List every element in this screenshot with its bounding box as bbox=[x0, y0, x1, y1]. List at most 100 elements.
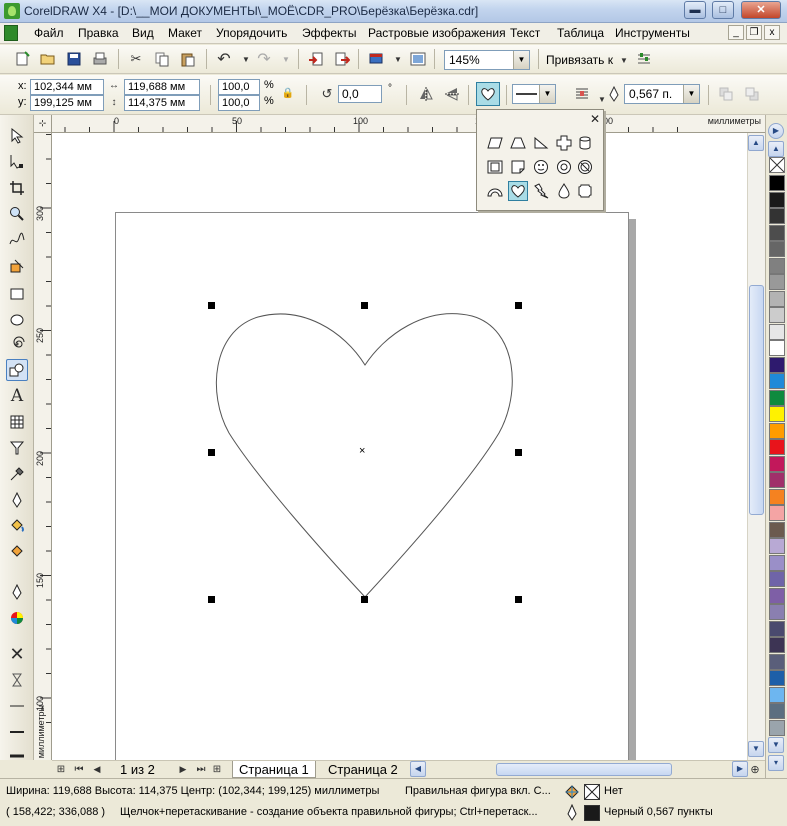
minimize-button[interactable]: ▬ bbox=[684, 1, 706, 19]
maximize-button[interactable]: □ bbox=[712, 1, 734, 19]
color-swatch[interactable] bbox=[769, 175, 785, 191]
heart-shape-icon[interactable] bbox=[508, 181, 528, 201]
scale-x-field[interactable]: 100,0 bbox=[218, 79, 260, 95]
outline-color-swatch[interactable] bbox=[584, 805, 600, 821]
shape-tool-icon[interactable] bbox=[6, 151, 28, 173]
rotation-angle-field[interactable]: 0,0 bbox=[338, 85, 382, 103]
color-swatch[interactable] bbox=[769, 356, 785, 373]
interactive-fill-tool-icon[interactable] bbox=[6, 541, 28, 563]
doc-close-button[interactable]: x bbox=[764, 25, 780, 40]
ruler-origin[interactable]: ⊹ bbox=[34, 115, 52, 133]
page-counter[interactable]: 1 из 2 bbox=[120, 762, 155, 777]
no-outline-icon[interactable]: ✕ bbox=[6, 643, 28, 665]
color-swatch[interactable] bbox=[769, 554, 785, 571]
plaque-shape-icon[interactable] bbox=[575, 181, 595, 201]
outline-tool-icon[interactable] bbox=[6, 489, 28, 511]
drawing-canvas[interactable]: × bbox=[52, 133, 747, 760]
doc-restore-button[interactable]: ❐ bbox=[746, 25, 762, 40]
selection-handle-top-left[interactable] bbox=[208, 302, 215, 309]
text-tool-icon[interactable]: A bbox=[6, 385, 28, 407]
scroll-up-icon[interactable]: ▲ bbox=[748, 135, 764, 151]
color-swatch[interactable] bbox=[769, 455, 785, 472]
color-swatch[interactable] bbox=[769, 670, 785, 686]
menu-text[interactable]: Текст bbox=[510, 26, 540, 40]
add-page-before-icon[interactable]: ⊞ bbox=[54, 761, 68, 777]
color-swatch[interactable] bbox=[769, 422, 785, 439]
medium-outline-icon[interactable] bbox=[6, 721, 28, 743]
chevron-down-icon[interactable]: ▼ bbox=[683, 85, 699, 103]
color-swatch[interactable] bbox=[769, 686, 785, 703]
rectangle-tool-icon[interactable] bbox=[6, 283, 28, 305]
thick-outline-icon[interactable] bbox=[6, 745, 28, 767]
color-swatch[interactable] bbox=[769, 406, 785, 422]
color-swatch[interactable] bbox=[769, 191, 785, 208]
export-icon[interactable] bbox=[332, 49, 352, 69]
snap-dropdown-icon[interactable]: ▼ bbox=[614, 50, 634, 70]
color-swatch[interactable] bbox=[769, 488, 785, 505]
pick-tool-icon[interactable] bbox=[6, 125, 28, 147]
color-swatch[interactable] bbox=[769, 257, 785, 274]
color-swatch[interactable] bbox=[769, 389, 785, 406]
color-swatch[interactable] bbox=[769, 521, 785, 538]
color-swatch[interactable] bbox=[769, 439, 785, 455]
hairline-outline-icon[interactable] bbox=[6, 669, 28, 691]
scale-y-field[interactable]: 100,0 bbox=[218, 95, 260, 111]
menu-view[interactable]: Вид bbox=[132, 26, 154, 40]
color-swatch[interactable] bbox=[769, 307, 785, 323]
parallelogram-shape-icon[interactable] bbox=[485, 133, 505, 153]
color-swatch[interactable] bbox=[769, 604, 785, 620]
next-page-icon[interactable]: ▶ bbox=[176, 761, 190, 777]
color-swatch[interactable] bbox=[769, 290, 785, 307]
no-symbol-shape-icon[interactable] bbox=[575, 157, 595, 177]
selection-handle-top-right[interactable] bbox=[515, 302, 522, 309]
y-position-field[interactable]: 199,125 мм bbox=[30, 95, 104, 111]
color-swatch[interactable] bbox=[769, 719, 785, 736]
redo-dropdown-icon[interactable]: ▼ bbox=[276, 49, 296, 69]
add-page-after-icon[interactable]: ⊞ bbox=[210, 761, 224, 777]
menu-bitmaps[interactable]: Растровые изображения bbox=[368, 26, 506, 40]
ellipse-tool-icon[interactable] bbox=[6, 309, 28, 331]
color-swatch[interactable] bbox=[769, 274, 785, 290]
import-icon[interactable] bbox=[306, 49, 326, 69]
flyout-close-icon[interactable]: ✕ bbox=[590, 112, 600, 126]
color-swatch[interactable] bbox=[769, 208, 785, 224]
color-swatch[interactable] bbox=[769, 637, 785, 653]
scroll-right-icon[interactable]: ▶ bbox=[732, 761, 748, 777]
snap-to-label[interactable]: Привязать к bbox=[546, 53, 613, 67]
last-page-icon[interactable]: ⏭ bbox=[194, 761, 208, 777]
drop-shape-icon[interactable] bbox=[554, 181, 574, 201]
fill-tool-icon[interactable] bbox=[6, 515, 28, 537]
doc-minimize-button[interactable]: _ bbox=[728, 25, 744, 40]
table-tool-icon[interactable] bbox=[6, 411, 28, 433]
color-swatch[interactable] bbox=[769, 571, 785, 587]
open-icon[interactable] bbox=[38, 49, 58, 69]
cut-icon[interactable]: ✂ bbox=[126, 49, 146, 69]
menu-layout[interactable]: Макет bbox=[168, 26, 202, 40]
color-swatch[interactable] bbox=[769, 653, 785, 670]
object-height-field[interactable]: 114,375 мм bbox=[124, 95, 200, 111]
print-icon[interactable] bbox=[90, 49, 110, 69]
crop-tool-icon[interactable] bbox=[6, 177, 28, 199]
undo-icon[interactable]: ↶ bbox=[214, 49, 234, 69]
zoom-tool-icon[interactable] bbox=[6, 203, 28, 225]
previous-page-icon[interactable]: ◀ bbox=[90, 761, 104, 777]
color-swatch[interactable] bbox=[769, 224, 785, 241]
to-front-icon[interactable] bbox=[716, 84, 736, 104]
close-button[interactable]: ✕ bbox=[741, 1, 781, 19]
color-swatch[interactable] bbox=[769, 373, 785, 389]
menu-edit[interactable]: Правка bbox=[78, 26, 119, 40]
first-page-icon[interactable]: ⏮ bbox=[72, 761, 86, 777]
mirror-vertical-icon[interactable] bbox=[442, 84, 462, 104]
palette-expand-icon[interactable]: ▾ bbox=[768, 755, 784, 771]
launcher-dropdown-icon[interactable]: ▼ bbox=[388, 49, 408, 69]
welcome-screen-icon[interactable] bbox=[408, 49, 428, 69]
color-swatch[interactable] bbox=[769, 703, 785, 719]
page-tab-2[interactable]: Страница 2 bbox=[322, 761, 404, 778]
palette-scroll-up-icon[interactable]: ▲ bbox=[768, 141, 784, 157]
eyedropper-tool-icon[interactable] bbox=[6, 463, 28, 485]
smart-fill-tool-icon[interactable] bbox=[6, 255, 28, 277]
x-position-field[interactable]: 102,344 мм bbox=[30, 79, 104, 95]
palette-scroll-down-icon[interactable]: ▼ bbox=[768, 737, 784, 753]
color-swatch[interactable] bbox=[769, 323, 785, 340]
menu-tools[interactable]: Инструменты bbox=[615, 26, 690, 40]
